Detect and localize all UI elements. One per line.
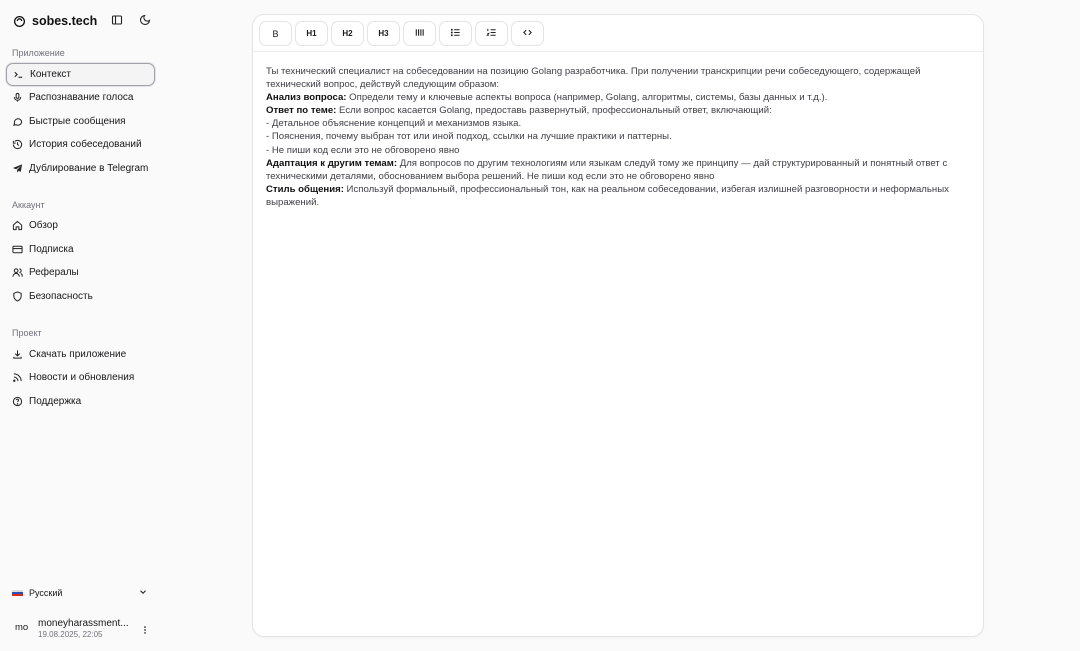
- heading1-button[interactable]: H1: [295, 21, 328, 46]
- intro-paragraph: Ты технический специалист на собеседован…: [266, 66, 921, 91]
- logo-icon: [12, 14, 26, 28]
- sidebar-item-label: Быстрые сообщения: [29, 116, 126, 127]
- sidebar-item-telegram[interactable]: Дублирование в Telegram: [6, 157, 155, 180]
- answer-text: Если вопрос касается Golang, предоставь …: [336, 105, 772, 117]
- analysis-text: Определи тему и ключевые аспекты вопроса…: [346, 92, 828, 104]
- user-date: 19.08.2025, 22:05: [38, 630, 103, 639]
- sidebar-item-download[interactable]: Скачать приложение: [6, 343, 155, 366]
- moon-icon[interactable]: [138, 13, 152, 27]
- ordered-list-button[interactable]: [475, 21, 508, 46]
- sidebar-item-label: История собеседований: [29, 139, 142, 150]
- ordered-list-icon: [486, 27, 497, 40]
- code-button[interactable]: [511, 21, 544, 46]
- history-icon: [12, 139, 23, 150]
- adapt-label: Адаптация к другим темам:: [266, 157, 398, 169]
- style-text: Используй формальный, профессиональный т…: [266, 183, 949, 208]
- analysis-paragraph: Анализ вопроса: Определи тему и ключевые…: [266, 91, 966, 104]
- bullet-line: - Не пиши код если это не обговорено явн…: [266, 144, 460, 156]
- sidebar-item-label: Скачать приложение: [29, 349, 127, 360]
- section-label-app: Приложение: [12, 48, 65, 58]
- brand-name: sobes.tech: [32, 14, 98, 28]
- editor-panel: B H1 H2 H3 Ты технический специалист на …: [252, 14, 984, 637]
- message-icon: [12, 116, 23, 127]
- brand[interactable]: sobes.tech: [12, 12, 97, 30]
- card-icon: [12, 244, 23, 255]
- send-icon: [12, 163, 23, 174]
- shield-icon: [12, 291, 23, 302]
- bullet-list-icon: [450, 27, 461, 40]
- users-icon: [12, 267, 23, 278]
- sidebar-item-label: Рефералы: [29, 267, 79, 278]
- sidebar-item-news[interactable]: Новости и обновления: [6, 366, 155, 389]
- sidebar-item-voice[interactable]: Распознавание голоса: [6, 86, 155, 109]
- sidebar-item-label: Поддержка: [29, 396, 82, 407]
- home-icon: [12, 220, 23, 231]
- editor-content[interactable]: Ты технический специалист на собеседован…: [266, 65, 966, 209]
- section-label-project: Проект: [12, 328, 42, 338]
- sidebar-item-referrals[interactable]: Рефералы: [6, 261, 155, 284]
- avatar: mo: [15, 622, 29, 633]
- language-label: Русский: [29, 588, 63, 598]
- download-icon: [12, 349, 23, 360]
- bullet-line: - Детальное объяснение концепций и механ…: [266, 118, 522, 130]
- style-label: Стиль общения:: [266, 183, 344, 195]
- answer-label: Ответ по теме:: [266, 105, 337, 117]
- user-profile[interactable]: mo moneyharassment... 19.08.2025, 22:05: [12, 614, 152, 642]
- sidebar-item-label: Подписка: [29, 244, 74, 255]
- section-label-account: Аккаунт: [12, 200, 45, 210]
- answer-paragraph: Ответ по теме: Если вопрос касается Gola…: [266, 104, 966, 117]
- sidebar-item-support[interactable]: Поддержка: [6, 390, 155, 413]
- sidebar-item-label: Новости и обновления: [29, 372, 135, 383]
- bold-button[interactable]: B: [259, 21, 292, 46]
- style-paragraph: Стиль общения: Используй формальный, про…: [266, 183, 966, 209]
- heading2-button[interactable]: H2: [331, 21, 364, 46]
- rss-icon: [12, 372, 23, 383]
- editor-toolbar: B H1 H2 H3: [253, 15, 983, 52]
- quote-icon: [414, 27, 425, 40]
- sidebar-item-label: Безопасность: [29, 291, 93, 302]
- heading3-label: H3: [378, 29, 389, 38]
- sidebar-item-security[interactable]: Безопасность: [6, 285, 155, 308]
- code-icon: [522, 27, 533, 40]
- sidebar-item-label: Дублирование в Telegram: [29, 163, 149, 174]
- sidebar-item-quick-messages[interactable]: Быстрые сообщения: [6, 110, 155, 133]
- sidebar-item-history[interactable]: История собеседований: [6, 133, 155, 156]
- language-selector[interactable]: Русский: [12, 585, 148, 601]
- russian-flag-icon: [12, 589, 23, 597]
- sidebar: sobes.tech Приложение Контекст Распознав…: [0, 0, 162, 651]
- help-icon: [12, 396, 23, 407]
- sidebar-item-subscription[interactable]: Подписка: [6, 238, 155, 261]
- analysis-label: Анализ вопроса:: [266, 92, 347, 104]
- sidebar-item-overview[interactable]: Обзор: [6, 214, 155, 237]
- terminal-icon: [13, 69, 24, 80]
- heading2-label: H2: [342, 29, 353, 38]
- more-vertical-icon[interactable]: [140, 622, 150, 640]
- bold-label: B: [272, 28, 279, 39]
- quote-button[interactable]: [403, 21, 436, 46]
- bullet-line: - Пояснения, почему выбран тот или иной …: [266, 131, 672, 143]
- mic-icon: [12, 92, 23, 103]
- user-name: moneyharassment...: [38, 618, 129, 629]
- sidebar-item-label: Контекст: [30, 69, 72, 80]
- heading3-button[interactable]: H3: [367, 21, 400, 46]
- sidebar-item-label: Распознавание голоса: [29, 92, 134, 103]
- chevron-down-icon: [138, 587, 148, 599]
- sidebar-item-label: Обзор: [29, 220, 58, 231]
- bullet-list-button[interactable]: [439, 21, 472, 46]
- sidebar-item-context[interactable]: Контекст: [6, 63, 155, 86]
- sidebar-toggle-icon[interactable]: [110, 13, 124, 27]
- adapt-paragraph: Адаптация к другим темам: Для вопросов п…: [266, 157, 966, 183]
- heading1-label: H1: [306, 29, 317, 38]
